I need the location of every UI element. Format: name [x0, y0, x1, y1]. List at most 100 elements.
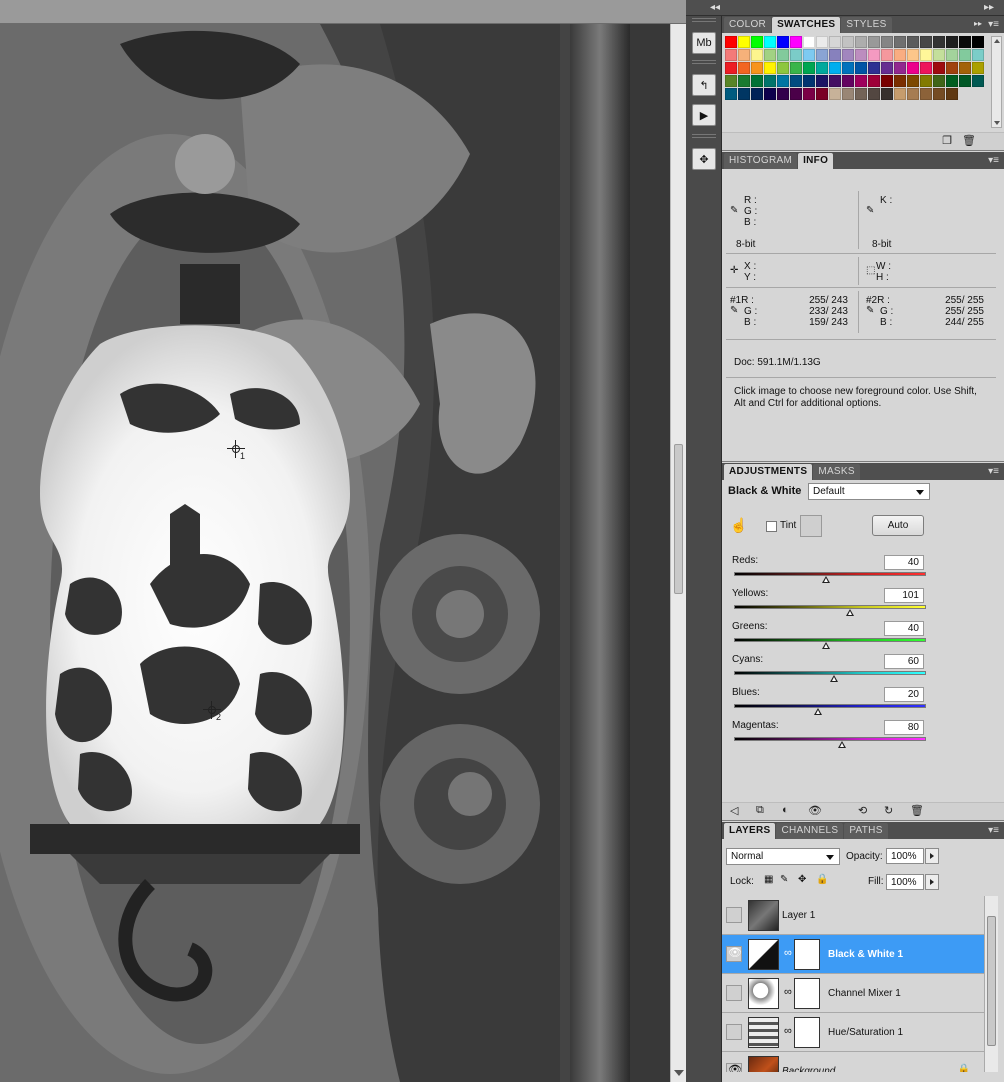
color-swatch[interactable] — [894, 88, 906, 100]
navigator-icon[interactable]: ✥ — [692, 148, 716, 170]
color-swatch[interactable] — [829, 49, 841, 61]
tab-swatches[interactable]: SWATCHES — [772, 17, 841, 33]
color-swatch[interactable] — [751, 49, 763, 61]
color-swatch[interactable] — [959, 75, 971, 87]
color-swatch[interactable] — [907, 88, 919, 100]
visibility-toggle[interactable] — [726, 907, 742, 923]
color-swatch[interactable] — [803, 49, 815, 61]
color-swatch[interactable] — [920, 49, 932, 61]
color-swatch[interactable] — [842, 88, 854, 100]
color-swatch[interactable] — [907, 49, 919, 61]
color-swatch[interactable] — [972, 49, 984, 61]
tab-paths[interactable]: PATHS — [844, 823, 888, 839]
color-swatch[interactable] — [946, 75, 958, 87]
color-swatch[interactable] — [959, 49, 971, 61]
color-swatch[interactable] — [946, 36, 958, 48]
color-swatch[interactable] — [829, 36, 841, 48]
collapse-panels-icon[interactable]: ▸▸ — [984, 2, 994, 13]
color-swatch[interactable] — [842, 62, 854, 74]
slider-thumb[interactable] — [822, 642, 831, 649]
strip-grip[interactable] — [692, 18, 716, 22]
slider-thumb[interactable] — [829, 675, 838, 682]
color-swatch[interactable] — [803, 62, 815, 74]
slider-thumb[interactable] — [845, 609, 854, 616]
tab-masks[interactable]: MASKS — [813, 464, 860, 480]
color-swatch[interactable] — [855, 88, 867, 100]
color-swatch[interactable] — [868, 62, 880, 74]
color-swatch[interactable] — [816, 62, 828, 74]
layer-name[interactable]: Black & White 1 — [828, 949, 903, 960]
color-swatch[interactable] — [894, 75, 906, 87]
color-swatch[interactable] — [855, 49, 867, 61]
document-image[interactable]: 1 2 — [0, 24, 670, 1082]
mini-bridge-icon[interactable]: Mb — [692, 32, 716, 54]
color-swatch[interactable] — [894, 49, 906, 61]
scroll-down-arrow-icon[interactable] — [994, 121, 1000, 125]
color-swatch[interactable] — [777, 36, 789, 48]
color-swatch[interactable] — [725, 49, 737, 61]
color-swatch[interactable] — [725, 75, 737, 87]
color-swatch[interactable] — [920, 36, 932, 48]
tab-info[interactable]: INFO — [798, 153, 834, 169]
color-swatch[interactable] — [959, 62, 971, 74]
scrollbar-thumb[interactable] — [674, 444, 683, 594]
layer-row[interactable]: ∞ Channel Mixer 1 — [722, 974, 984, 1013]
toggle-visibility-icon[interactable]: 👁 — [808, 804, 822, 817]
color-swatch[interactable] — [842, 75, 854, 87]
layer-row[interactable]: Background 🔒 — [722, 1052, 984, 1072]
color-swatch[interactable] — [816, 88, 828, 100]
color-swatch[interactable] — [751, 88, 763, 100]
slider-track[interactable] — [734, 737, 926, 741]
color-swatch[interactable] — [790, 49, 802, 61]
lock-transparency-icon[interactable]: ▦ — [764, 874, 773, 885]
layer-name[interactable]: Background — [782, 1066, 835, 1072]
back-arrow-icon[interactable]: ◁ — [730, 804, 738, 817]
tab-styles[interactable]: STYLES — [841, 17, 892, 33]
tint-checkbox[interactable] — [766, 521, 777, 532]
layer-thumbnail[interactable] — [748, 978, 779, 1009]
slider-value-input[interactable]: 60 — [884, 654, 924, 669]
tab-adjustments[interactable]: ADJUSTMENTS — [724, 464, 813, 480]
tint-color-swatch[interactable] — [800, 515, 822, 537]
tab-layers[interactable]: LAYERS — [724, 823, 776, 839]
layer-row[interactable]: Layer 1 — [722, 896, 984, 935]
color-swatch[interactable] — [790, 75, 802, 87]
color-swatch[interactable] — [777, 75, 789, 87]
color-swatch[interactable] — [764, 49, 776, 61]
scroll-up-arrow-icon[interactable] — [994, 39, 1000, 43]
color-swatch[interactable] — [790, 88, 802, 100]
color-swatch[interactable] — [946, 88, 958, 100]
color-swatch[interactable] — [829, 62, 841, 74]
mask-link-icon[interactable]: ∞ — [784, 947, 792, 959]
color-swatch[interactable] — [738, 88, 750, 100]
color-swatch[interactable] — [920, 75, 932, 87]
panel-menu-icon[interactable]: ▾≡ — [988, 825, 999, 836]
color-swatch[interactable] — [803, 75, 815, 87]
scrollbar-thumb[interactable] — [987, 916, 996, 1046]
layer-thumbnail[interactable] — [748, 900, 779, 931]
layer-thumbnail[interactable] — [748, 1017, 779, 1048]
swatches-scrollbar[interactable] — [991, 36, 1002, 128]
color-swatch[interactable] — [972, 62, 984, 74]
color-swatch[interactable] — [920, 88, 932, 100]
slider-value-input[interactable]: 40 — [884, 621, 924, 636]
color-swatch[interactable] — [842, 36, 854, 48]
layer-mask-thumbnail[interactable] — [794, 978, 820, 1009]
color-swatch[interactable] — [738, 75, 750, 87]
color-swatch[interactable] — [764, 36, 776, 48]
fill-input[interactable]: 100% — [886, 874, 924, 890]
color-swatch[interactable] — [816, 75, 828, 87]
color-swatch[interactable] — [933, 49, 945, 61]
preset-dropdown[interactable]: Default — [808, 483, 930, 500]
strip-grip[interactable] — [692, 60, 716, 64]
color-swatch[interactable] — [972, 36, 984, 48]
color-swatch[interactable] — [933, 36, 945, 48]
color-swatch[interactable] — [881, 49, 893, 61]
delete-adjustment-icon[interactable]: 🗑 — [910, 804, 924, 817]
color-swatch[interactable] — [868, 88, 880, 100]
visibility-toggle[interactable] — [726, 985, 742, 1001]
panel-menu-icon[interactable]: ▾≡ — [988, 19, 999, 30]
color-swatch[interactable] — [907, 62, 919, 74]
color-swatch[interactable] — [907, 75, 919, 87]
color-swatch[interactable] — [920, 62, 932, 74]
